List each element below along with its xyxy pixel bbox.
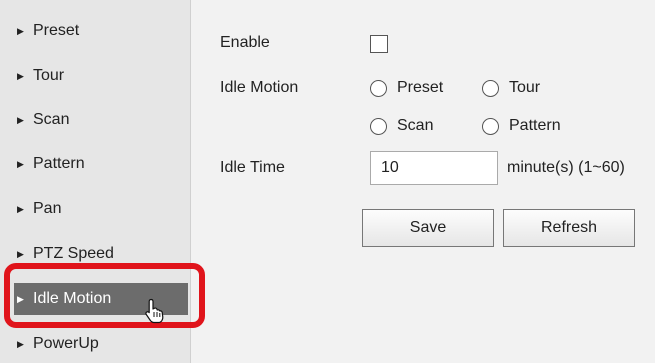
triangle-right-icon: ▶ [17,70,24,81]
radio-label: Preset [397,79,444,96]
radio-button[interactable] [370,117,387,135]
sidebar-item-label: PowerUp [33,335,99,352]
sidebar-item-pan[interactable]: ▶ Pan [17,193,191,225]
idle-time-input[interactable] [370,151,498,185]
radio-option-scan[interactable]: Scan [370,117,433,135]
enable-checkbox[interactable] [370,35,388,53]
sidebar-item-label: Pattern [33,155,85,172]
triangle-right-icon: ▶ [17,25,24,36]
radio-option-tour[interactable]: Tour [482,79,540,97]
refresh-button[interactable]: Refresh [503,209,635,247]
triangle-right-icon: ▶ [17,293,24,304]
radio-option-preset[interactable]: Preset [370,79,443,97]
sidebar-item-label: Preset [33,22,80,39]
radio-button[interactable] [370,79,387,97]
radio-label: Scan [397,117,434,134]
radio-button[interactable] [482,117,499,135]
sidebar-item-powerup[interactable]: ▶ PowerUp [17,328,191,360]
radio-label: Tour [509,79,541,96]
sidebar-item-label: Idle Motion [33,290,112,307]
triangle-right-icon: ▶ [17,114,24,125]
enable-label: Enable [220,34,270,51]
triangle-right-icon: ▶ [17,338,24,349]
sidebar-item-tour[interactable]: ▶ Tour [17,60,191,92]
sidebar-item-ptz-speed[interactable]: ▶ PTZ Speed [17,238,191,270]
sidebar-item-pattern[interactable]: ▶ Pattern [17,148,191,180]
idle-time-label: Idle Time [220,159,285,176]
save-button[interactable]: Save [362,209,494,247]
triangle-right-icon: ▶ [17,203,24,214]
radio-label: Pattern [509,117,561,134]
sidebar-item-label: Tour [33,67,65,84]
sidebar-item-preset[interactable]: ▶ Preset [17,15,191,47]
sidebar-item-scan[interactable]: ▶ Scan [17,104,191,136]
hand-cursor-icon [145,298,164,324]
sidebar-item-label: Scan [33,111,70,128]
sidebar-item-label: Pan [33,200,62,217]
sidebar-item-label: PTZ Speed [33,245,114,262]
triangle-right-icon: ▶ [17,158,24,169]
idle-time-unit-label: minute(s) (1~60) [507,159,625,176]
idle-motion-label: Idle Motion [220,79,299,96]
radio-option-pattern[interactable]: Pattern [482,117,561,135]
idle-motion-panel: Enable Idle Motion Preset Tour Scan Patt… [192,0,655,363]
triangle-right-icon: ▶ [17,248,24,259]
radio-button[interactable] [482,79,499,97]
